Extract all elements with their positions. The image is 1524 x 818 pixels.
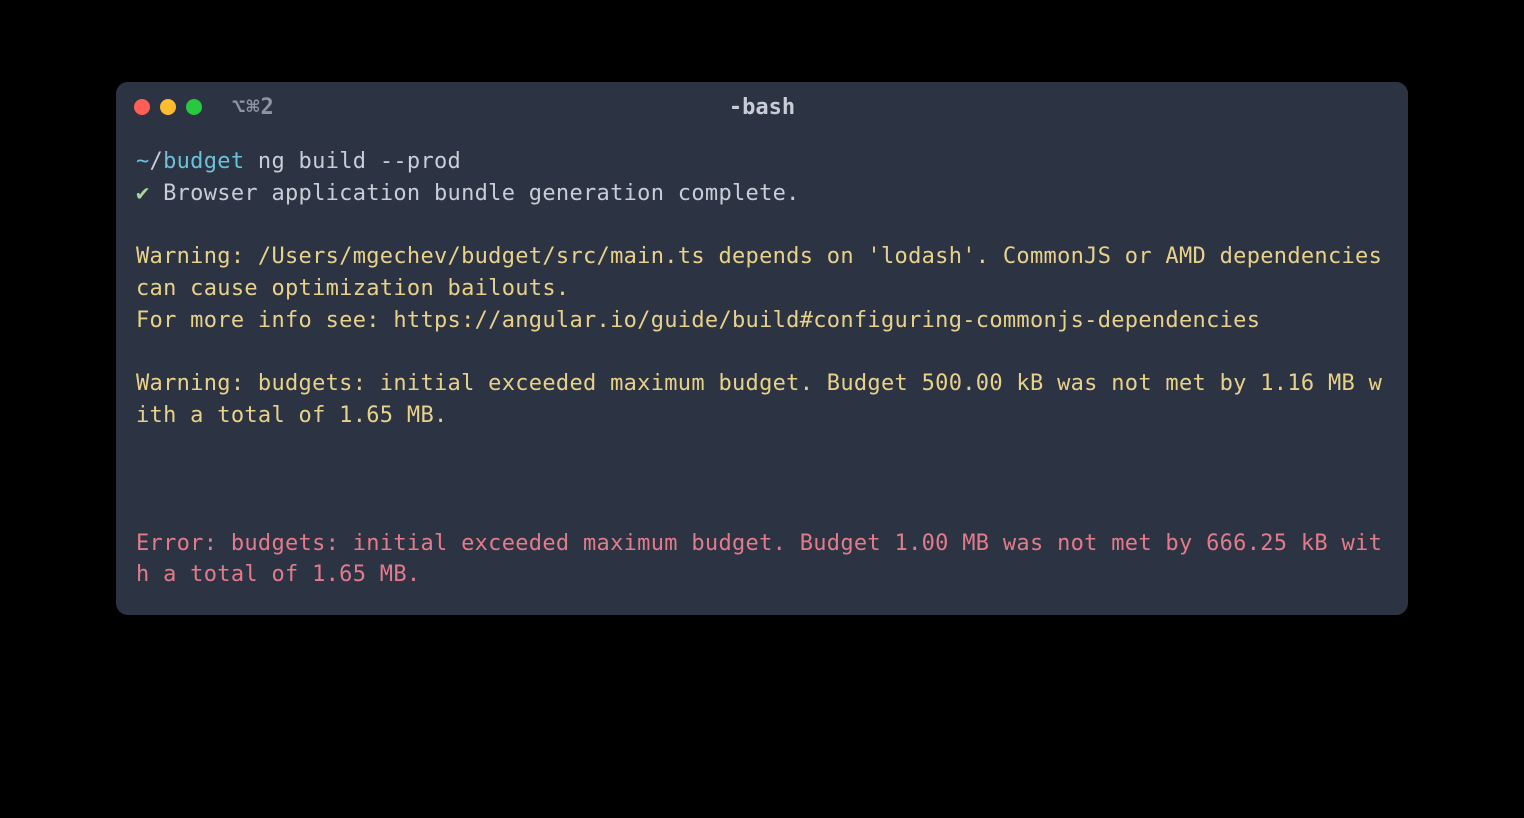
- blank-line: [136, 432, 1388, 464]
- prompt-dir: budget: [163, 149, 244, 174]
- warning-line-2: Warning: budgets: initial exceeded maxim…: [136, 368, 1388, 431]
- blank-line: [136, 209, 1388, 241]
- tab-indicator: ⌥⌘2: [232, 95, 275, 120]
- minimize-icon[interactable]: [160, 99, 176, 115]
- blank-line: [136, 496, 1388, 528]
- titlebar: ⌥⌘2 -bash: [116, 82, 1408, 132]
- blank-line: [136, 464, 1388, 496]
- warning-line-1-extra: For more info see: https://angular.io/gu…: [136, 305, 1388, 337]
- terminal-body[interactable]: ~/budget ng build --prod ✔ Browser appli…: [116, 132, 1408, 615]
- blank-line: [136, 336, 1388, 368]
- command-text: ng build --prod: [244, 149, 461, 174]
- error-line-1: Error: budgets: initial exceeded maximum…: [136, 528, 1388, 591]
- traffic-lights: [134, 99, 202, 115]
- complete-text: Browser application bundle generation co…: [150, 181, 800, 206]
- check-icon: ✔: [136, 181, 150, 206]
- close-icon[interactable]: [134, 99, 150, 115]
- complete-line: ✔ Browser application bundle generation …: [136, 178, 1388, 210]
- window-title: -bash: [729, 95, 795, 120]
- prompt-slash: /: [150, 149, 164, 174]
- prompt-tilde: ~: [136, 149, 150, 174]
- prompt-line: ~/budget ng build --prod: [136, 146, 1388, 178]
- terminal-window: ⌥⌘2 -bash ~/budget ng build --prod ✔ Bro…: [116, 82, 1408, 615]
- maximize-icon[interactable]: [186, 99, 202, 115]
- warning-line-1: Warning: /Users/mgechev/budget/src/main.…: [136, 241, 1388, 304]
